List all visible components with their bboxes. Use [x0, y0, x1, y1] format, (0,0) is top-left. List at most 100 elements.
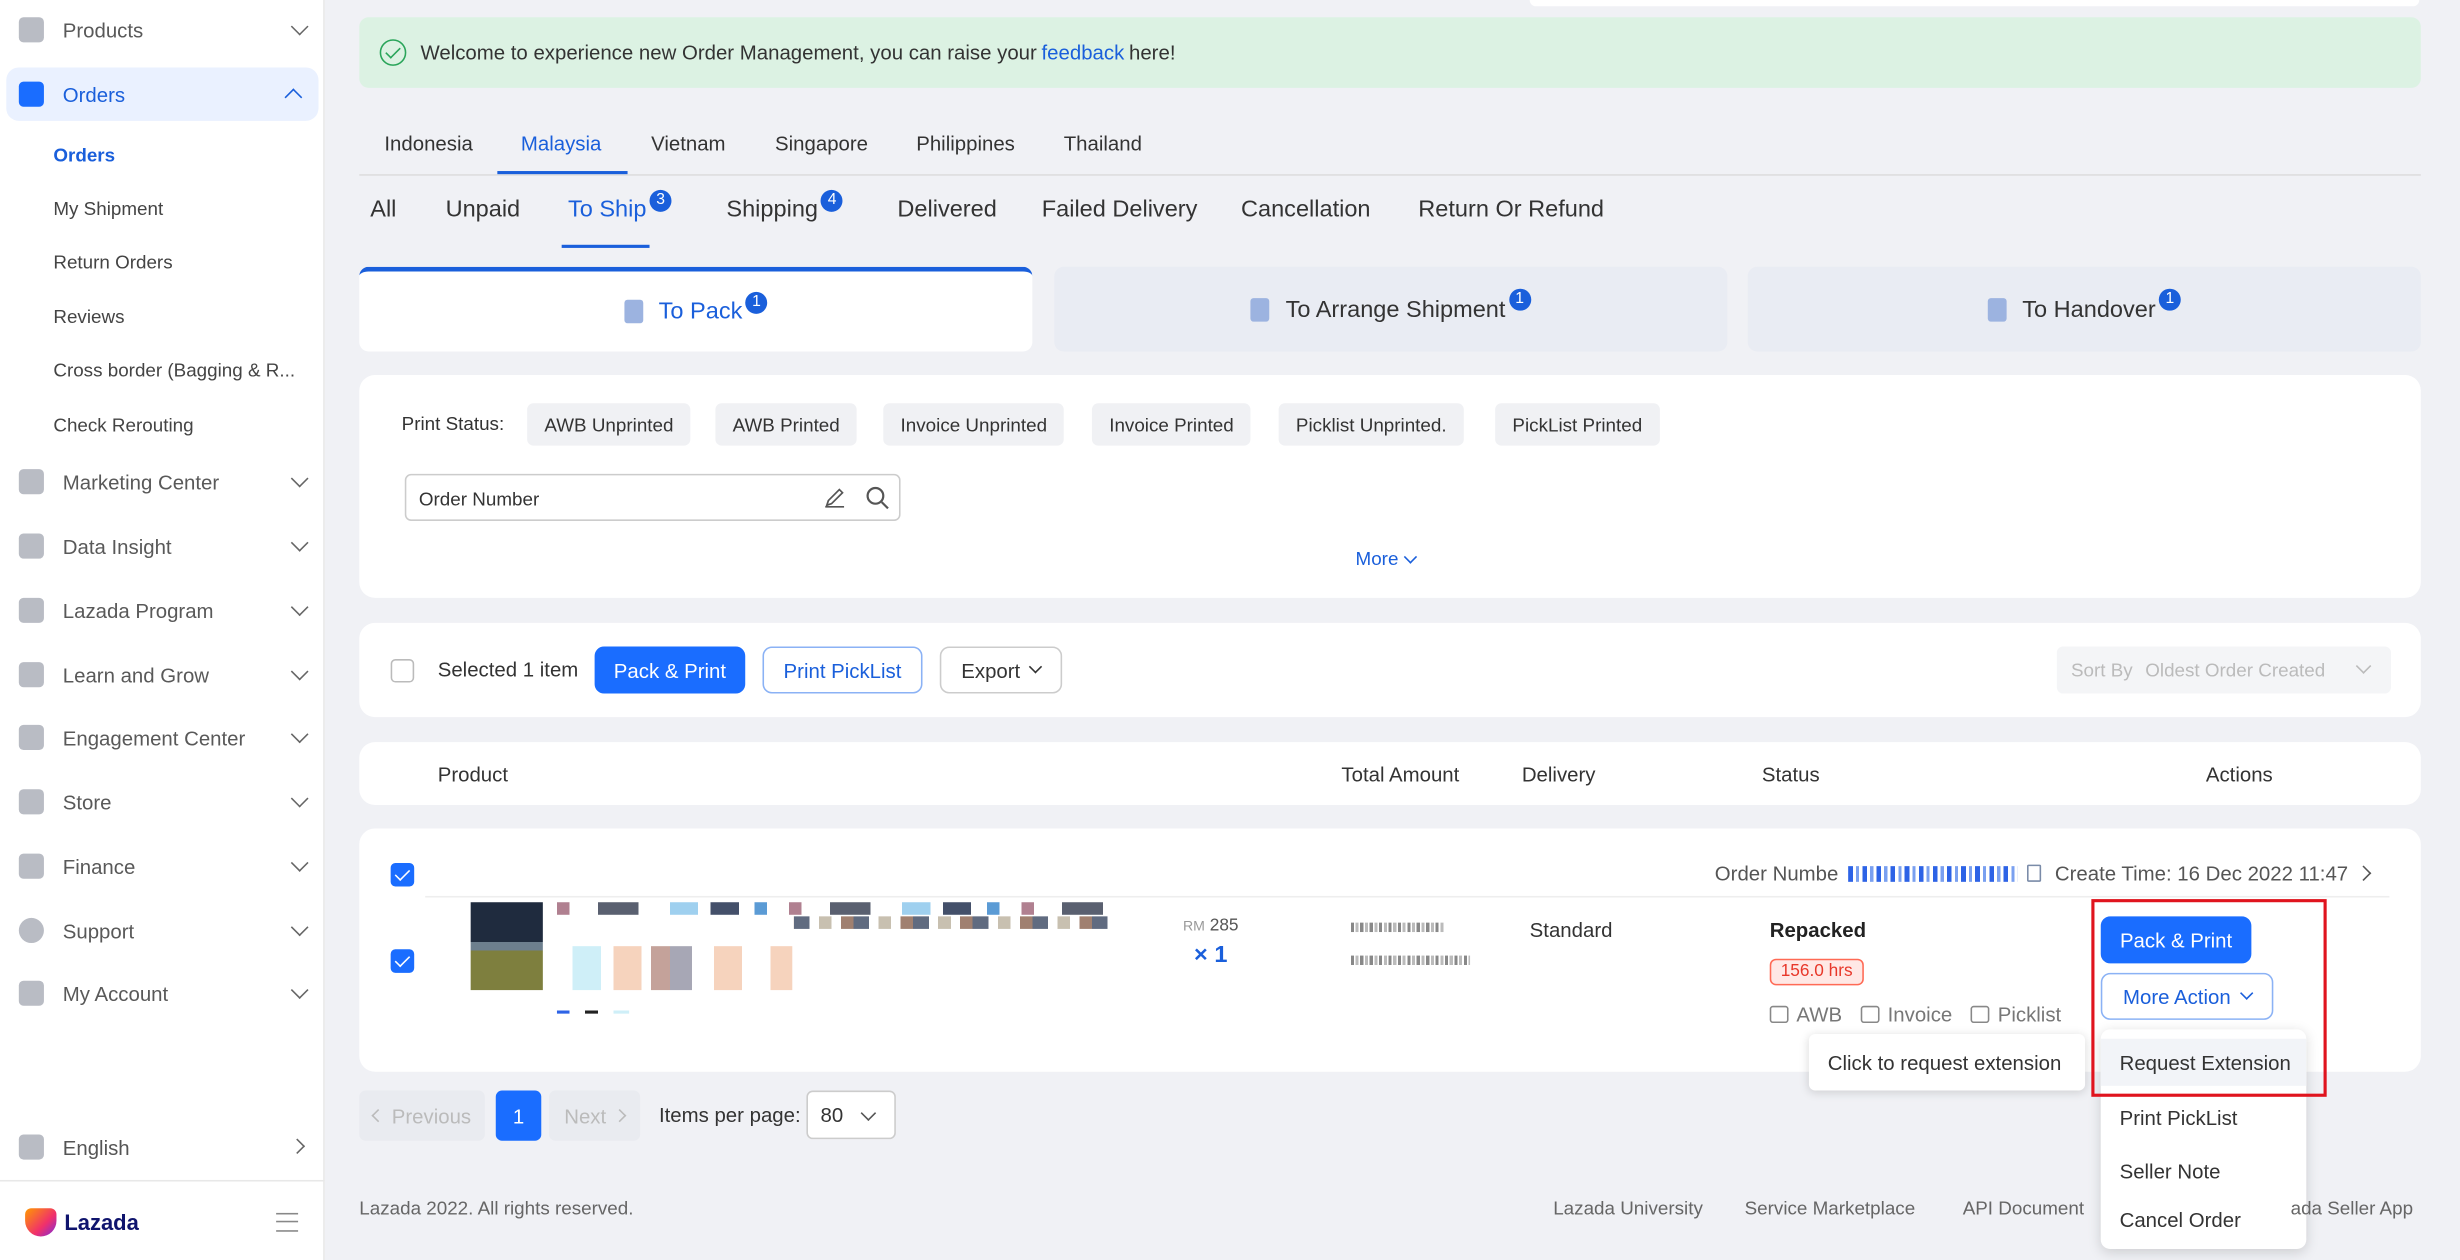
menu-seller-note[interactable]: Seller Note [2101, 1147, 2307, 1194]
currency: RM [1182, 917, 1205, 934]
footer-link-seller-app[interactable]: ada Seller App [2291, 1197, 2413, 1219]
sidebar-item-products[interactable]: Products [0, 3, 325, 56]
active-tab-indicator [497, 171, 628, 175]
per-page-value: 80 [820, 1103, 844, 1127]
sidebar-item-label: Orders [62, 82, 126, 106]
print-picklist-link[interactable]: Picklist [1971, 1003, 2061, 1026]
chip-invoice-unprinted[interactable]: Invoice Unprinted [883, 403, 1065, 446]
order-group-checkbox[interactable] [390, 863, 415, 887]
page-1-button[interactable]: 1 [495, 1090, 542, 1141]
create-time: Create Time: 16 Dec 2022 11:47 [2054, 861, 2349, 885]
tab-cancellation[interactable]: Cancellation [1241, 196, 1371, 223]
tab-indonesia[interactable]: Indonesia [384, 132, 472, 156]
sidebar-item-support[interactable]: Support [0, 904, 325, 957]
tab-failed-delivery[interactable]: Failed Delivery [1042, 196, 1198, 223]
copy-icon[interactable] [2026, 864, 2041, 882]
banner-text: Welcome to experience new Order Manageme… [420, 40, 1037, 65]
country-tabs: Indonesia Malaysia Vietnam Singapore Phi… [359, 118, 2421, 176]
sidebar-subitem-check-rerouting[interactable]: Check Rerouting [53, 414, 193, 436]
sidebar-divider [0, 1179, 325, 1182]
product-title-redacted[interactable] [556, 902, 1114, 915]
sort-select[interactable]: Sort By Oldest Order Created [2056, 646, 2392, 694]
product-variant-redacted [556, 946, 793, 991]
sidebar-subitem-orders[interactable]: Orders [53, 144, 115, 166]
tab-label: Unpaid [445, 196, 521, 223]
tab-all[interactable]: All [370, 196, 396, 223]
sidebar-subitem-cross-border[interactable]: Cross border (Bagging & R... [53, 359, 295, 381]
tab-to-ship[interactable]: To Ship 3 [568, 189, 672, 223]
items-per-page-label: Items per page: [658, 1103, 801, 1127]
chip-awb-unprinted[interactable]: AWB Unprinted [527, 403, 691, 446]
subtab-to-handover[interactable]: To Handover 1 [1747, 266, 2421, 352]
tab-singapore[interactable]: Singapore [775, 132, 868, 156]
product-thumbnail[interactable] [470, 902, 543, 991]
menu-cancel-order[interactable]: Cancel Order [2101, 1196, 2307, 1243]
sidebar-subitem-reviews[interactable]: Reviews [53, 306, 124, 328]
print-awb-link[interactable]: AWB [1769, 1003, 1842, 1026]
tab-label: Failed Delivery [1041, 196, 1198, 223]
footer-link-service-marketplace[interactable]: Service Marketplace [1745, 1197, 1916, 1219]
next-page-button[interactable]: Next [549, 1090, 641, 1141]
language-switcher[interactable]: English [0, 1120, 325, 1173]
sla-hours-badge: 156.0 hrs [1769, 958, 1864, 986]
sidebar-item-finance[interactable]: Finance [0, 839, 325, 892]
print-invoice-link[interactable]: Invoice [1860, 1003, 1952, 1026]
print-picklist-button[interactable]: Print PickList [762, 646, 923, 694]
sidebar-item-my-account[interactable]: My Account [0, 967, 325, 1020]
lazada-logo[interactable]: Lazada [25, 1208, 139, 1237]
menu-print-picklist[interactable]: Print PickList [2101, 1094, 2307, 1141]
sidebar-subitem-return-orders[interactable]: Return Orders [53, 251, 172, 273]
sidebar-item-learn-and-grow[interactable]: Learn and Grow [0, 648, 325, 701]
chevron-right-icon[interactable] [2355, 865, 2371, 881]
chevron-left-icon [370, 1108, 385, 1123]
chip-picklist-printed[interactable]: PickList Printed [1495, 403, 1660, 446]
chevron-down-icon [290, 725, 309, 744]
sidebar-item-data-insight[interactable]: Data Insight [0, 519, 325, 572]
tab-delivered[interactable]: Delivered [897, 196, 996, 223]
item-checkbox[interactable] [390, 949, 415, 973]
product-title-redacted-2 [793, 916, 1114, 929]
sidebar-item-lazada-program[interactable]: Lazada Program [0, 584, 325, 637]
chevron-right-icon [289, 1138, 306, 1154]
sidebar-item-engagement-center[interactable]: Engagement Center [0, 711, 325, 764]
tab-return-or-refund[interactable]: Return Or Refund [1418, 196, 1604, 223]
tab-unpaid[interactable]: Unpaid [446, 196, 521, 223]
previous-page-button[interactable]: Previous [359, 1090, 485, 1141]
subtab-to-arrange-shipment[interactable]: To Arrange Shipment 1 [1054, 266, 1728, 352]
chip-awb-printed[interactable]: AWB Printed [715, 403, 858, 446]
welcome-banner: Welcome to experience new Order Manageme… [359, 17, 2421, 88]
delivery-type: Standard [1529, 917, 1613, 942]
items-per-page-select[interactable]: 80 [806, 1090, 896, 1140]
subtab-to-pack[interactable]: To Pack 1 [359, 266, 1033, 352]
feedback-link[interactable]: feedback [1042, 41, 1125, 65]
chip-invoice-printed[interactable]: Invoice Printed [1091, 403, 1252, 446]
collapse-sidebar-icon[interactable] [276, 1212, 299, 1232]
order-number-redacted[interactable] [1847, 865, 2018, 882]
order-number-input[interactable] [418, 484, 796, 514]
tab-label: Return Or Refund [1418, 196, 1605, 223]
tab-shipping[interactable]: Shipping 4 [726, 189, 844, 223]
handover-icon [1987, 297, 2007, 321]
sort-label: Sort By [2070, 659, 2133, 681]
pack-print-button[interactable]: Pack & Print [594, 646, 746, 694]
tab-malaysia[interactable]: Malaysia [521, 132, 601, 156]
tab-philippines[interactable]: Philippines [916, 132, 1015, 156]
order-status-tabs: All Unpaid To Ship 3 Shipping 4 Delivered … [359, 179, 2421, 248]
sidebar-item-marketing-center[interactable]: Marketing Center [0, 455, 325, 508]
chip-picklist-unprinted[interactable]: Picklist Unprinted. [1278, 403, 1464, 446]
lazada-heart-icon [25, 1208, 57, 1237]
sidebar-item-orders[interactable]: Orders [6, 67, 319, 121]
select-all-checkbox[interactable] [390, 659, 415, 683]
search-icon[interactable] [864, 485, 889, 510]
footer-link-lazada-university[interactable]: Lazada University [1553, 1197, 1703, 1219]
sidebar-item-store[interactable]: Store [0, 775, 325, 828]
more-filters-link[interactable]: More [1356, 548, 1418, 570]
export-button[interactable]: Export [939, 646, 1063, 694]
tab-thailand[interactable]: Thailand [1064, 132, 1142, 156]
footer-link-api-document[interactable]: API Document [1963, 1197, 2084, 1219]
edit-pen-icon[interactable] [824, 486, 846, 508]
engagement-icon [18, 724, 44, 751]
sidebar-subitem-my-shipment[interactable]: My Shipment [53, 198, 163, 220]
tab-vietnam[interactable]: Vietnam [651, 132, 725, 156]
learn-icon [18, 662, 44, 688]
